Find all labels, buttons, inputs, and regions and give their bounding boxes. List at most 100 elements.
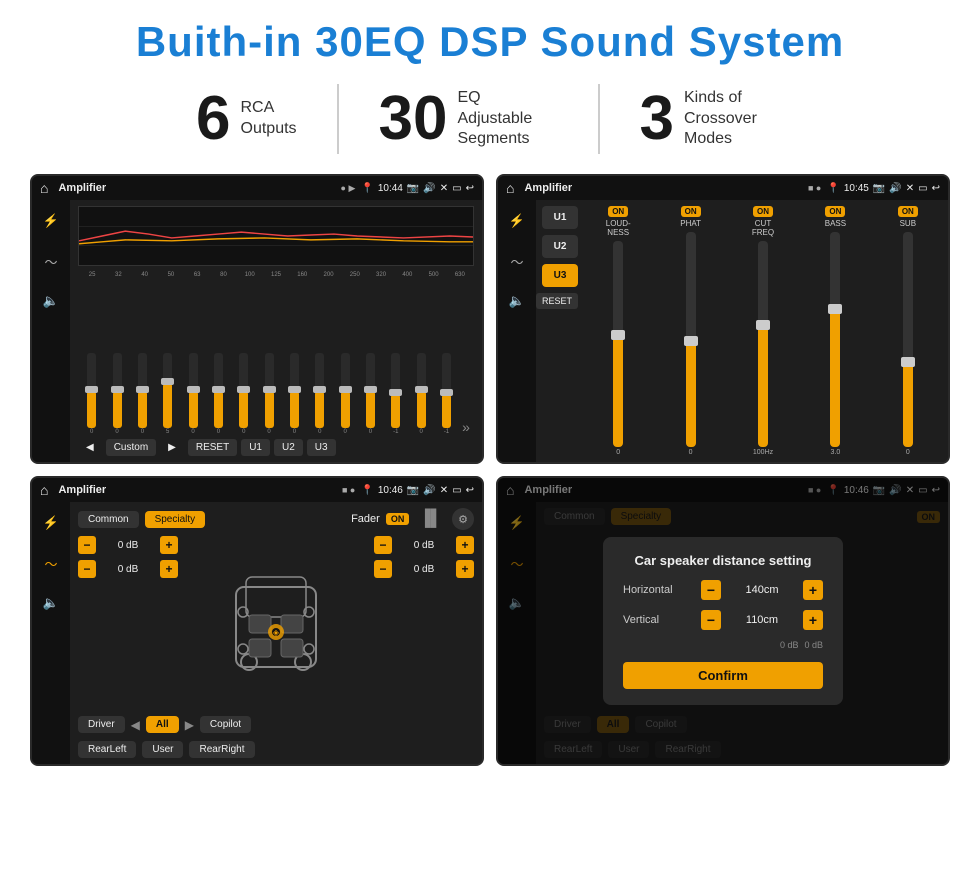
freq-500: 500 [421, 272, 445, 278]
fader-left-top-plus[interactable]: + [160, 536, 178, 554]
crossover-sidebar-speaker-icon[interactable]: 🔈 [504, 288, 530, 314]
page-title: Buith-in 30EQ DSP Sound System [30, 18, 950, 66]
eq-main-content: 25 32 40 50 63 80 100 125 160 200 250 32… [70, 200, 482, 462]
eq-val-5: 0 [217, 429, 220, 435]
specialty-tab[interactable]: Specialty [145, 511, 206, 528]
eq-slider-2[interactable]: 0 [131, 353, 154, 435]
eq-time: 10:44 [378, 183, 403, 194]
eq-slider-3[interactable]: 5 [156, 353, 179, 435]
expand-icon[interactable]: » [460, 419, 472, 435]
eq-u1-button[interactable]: U1 [241, 439, 270, 456]
page-wrapper: Buith-in 30EQ DSP Sound System 6 RCAOutp… [0, 0, 980, 776]
fader-right-bottom-minus[interactable]: − [374, 560, 392, 578]
crossover-reset-button[interactable]: RESET [536, 293, 578, 309]
all-button[interactable]: All [146, 716, 179, 733]
eq-slider-5[interactable]: 0 [207, 353, 230, 435]
fader-left-top-minus[interactable]: − [78, 536, 96, 554]
cutfreq-toggle[interactable]: ON [753, 206, 773, 217]
loudness-track[interactable] [613, 241, 623, 447]
eq-u2-button[interactable]: U2 [274, 439, 303, 456]
fader-right-top-value: 0 dB [396, 540, 452, 551]
preset-u3-button[interactable]: U3 [542, 264, 578, 287]
vertical-plus-button[interactable]: + [803, 610, 823, 630]
fader-volume-icon: 🔊 [423, 485, 435, 496]
fader-left-bottom-minus[interactable]: − [78, 560, 96, 578]
loudness-toggle[interactable]: ON [608, 206, 628, 217]
bass-label: BASS [825, 219, 846, 228]
stat-crossover: 3 Kinds ofCrossover Modes [600, 88, 824, 150]
eq-slider-9[interactable]: 0 [308, 353, 331, 435]
fader-settings-icon[interactable]: ⚙ [452, 508, 474, 530]
crossover-location-icon: 📍 [827, 183, 839, 194]
cutfreq-track[interactable] [758, 241, 768, 447]
eq-sidebar-wave-icon[interactable]: 〜 [38, 248, 64, 274]
bass-track[interactable] [830, 232, 840, 447]
common-tab[interactable]: Common [78, 511, 139, 528]
vertical-value: 110cm [729, 614, 795, 626]
eq-slider-6[interactable]: 0 [232, 353, 255, 435]
bass-toggle[interactable]: ON [825, 206, 845, 217]
dialog-screen: ⌂ Amplifier ■ ● 📍 10:46 📷 🔊 ✕ ▭ ↩ ⚡ 〜 🔈 [496, 476, 950, 766]
driver-button[interactable]: Driver [78, 716, 125, 733]
vertical-minus-button[interactable]: − [701, 610, 721, 630]
horizontal-minus-button[interactable]: − [701, 580, 721, 600]
eq-slider-12[interactable]: -1 [384, 353, 407, 435]
eq-slider-11[interactable]: 0 [359, 353, 382, 435]
eq-slider-13[interactable]: 0 [409, 353, 432, 435]
eq-val-13: 0 [419, 429, 422, 435]
eq-val-0: 0 [90, 429, 93, 435]
fader-sidebar-eq-icon[interactable]: ⚡ [38, 510, 64, 536]
sub-toggle[interactable]: ON [898, 206, 918, 217]
stat-crossover-text: Kinds ofCrossover Modes [684, 88, 784, 150]
eq-reset-button[interactable]: RESET [188, 439, 237, 456]
fader-right-bottom-plus[interactable]: + [456, 560, 474, 578]
eq-sidebar-speaker-icon[interactable]: 🔈 [38, 288, 64, 314]
fader-back-icon: ↩ [466, 485, 474, 496]
home-icon: ⌂ [40, 180, 48, 196]
preset-u2-button[interactable]: U2 [542, 235, 578, 258]
eq-screen-body: ⚡ 〜 🔈 [32, 200, 482, 462]
crossover-sidebar-eq-icon[interactable]: ⚡ [504, 208, 530, 234]
eq-custom-button[interactable]: Custom [106, 439, 156, 456]
user-button[interactable]: User [142, 741, 183, 758]
svg-text:◈: ◈ [273, 628, 280, 637]
fader-right-top-plus[interactable]: + [456, 536, 474, 554]
fader-home-icon: ⌂ [40, 482, 48, 498]
crossover-window-icon: ▭ [918, 183, 927, 194]
eq-slider-10[interactable]: 0 [333, 353, 356, 435]
eq-slider-14[interactable]: -1 [435, 353, 458, 435]
rearright-button[interactable]: RearRight [189, 741, 254, 758]
eq-slider-8[interactable]: 0 [283, 353, 306, 435]
fader-left-bottom-plus[interactable]: + [160, 560, 178, 578]
fader-right-top-minus[interactable]: − [374, 536, 392, 554]
phat-toggle[interactable]: ON [681, 206, 701, 217]
bass-group: ON BASS 3.0 [801, 206, 869, 456]
sub-track[interactable] [903, 232, 913, 447]
eq-prev-button[interactable]: ◀ [78, 439, 102, 456]
bass-val: 3.0 [831, 449, 841, 456]
eq-slider-4[interactable]: 0 [181, 353, 204, 435]
freq-labels-row: 25 32 40 50 63 80 100 125 160 200 250 32… [78, 272, 474, 278]
phat-val: 0 [689, 449, 693, 456]
phat-track[interactable] [686, 232, 696, 447]
fader-sidebar-wave-icon[interactable]: 〜 [38, 550, 64, 576]
eq-val-11: 0 [369, 429, 372, 435]
dialog-db-controls: 0 dB 0 dB [623, 640, 823, 650]
fader-sidebar-speaker-icon[interactable]: 🔈 [38, 590, 64, 616]
crossover-sidebar-wave-icon[interactable]: 〜 [504, 248, 530, 274]
eq-sidebar-eq-icon[interactable]: ⚡ [38, 208, 64, 234]
preset-u1-button[interactable]: U1 [542, 206, 578, 229]
confirm-button[interactable]: Confirm [623, 662, 823, 689]
eq-u3-button[interactable]: U3 [307, 439, 336, 456]
horizontal-plus-button[interactable]: + [803, 580, 823, 600]
fader-bottom-row: Driver ◀ All ▶ Copilot [78, 716, 474, 733]
rearleft-button[interactable]: RearLeft [78, 741, 136, 758]
eq-slider-0[interactable]: 0 [80, 353, 103, 435]
copilot-button[interactable]: Copilot [200, 716, 251, 733]
eq-slider-1[interactable]: 0 [105, 353, 128, 435]
eq-play-button[interactable]: ▶ [160, 439, 184, 456]
crossover-statusbar: ⌂ Amplifier ■ ● 📍 10:45 📷 🔊 ✕ ▭ ↩ [498, 176, 948, 200]
eq-val-14: -1 [444, 429, 449, 435]
fader-slider-icon[interactable]: ▐▌ [419, 510, 442, 528]
eq-slider-7[interactable]: 0 [257, 353, 280, 435]
